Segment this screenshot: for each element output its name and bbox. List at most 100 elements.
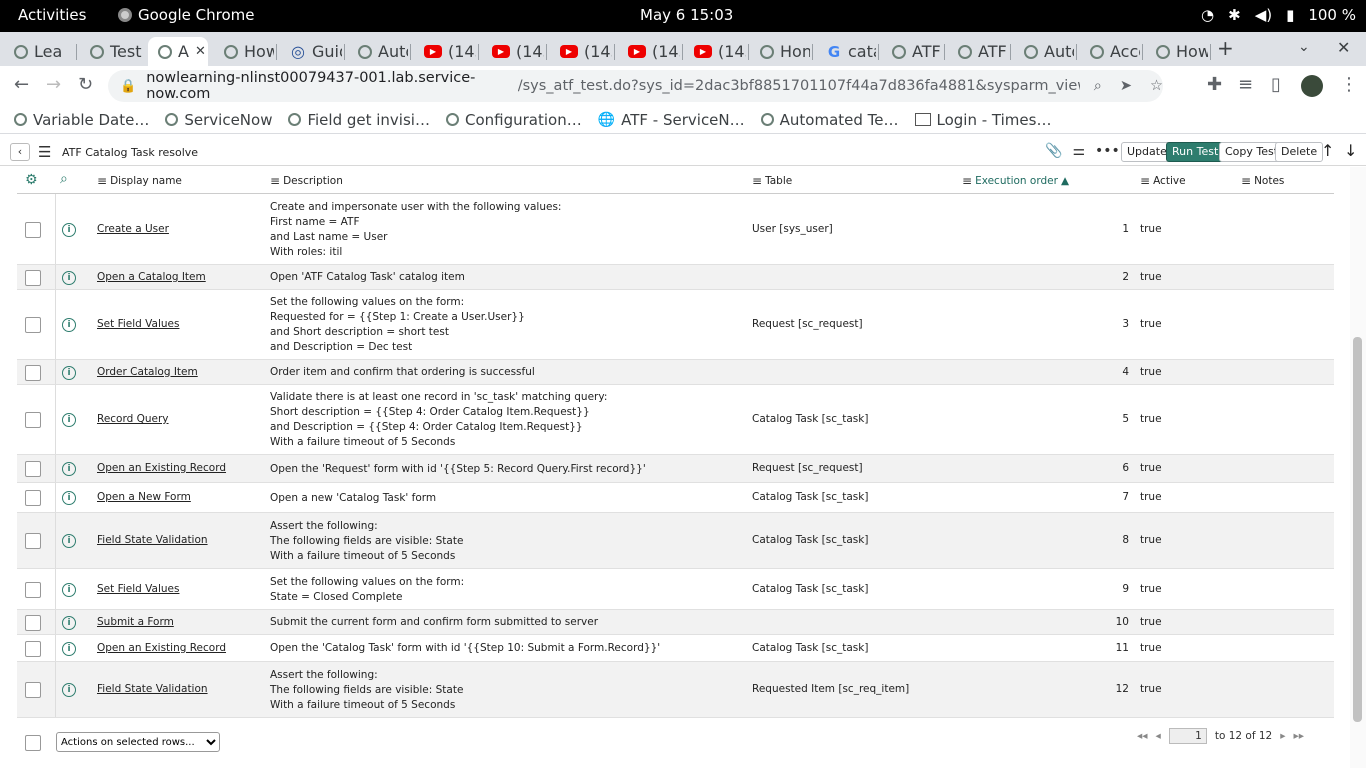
zoom-search-icon[interactable]: ⌕ xyxy=(1094,78,1102,94)
info-icon[interactable]: i xyxy=(62,270,76,285)
info-icon[interactable]: i xyxy=(62,491,76,505)
table-row[interactable]: i Create a User Create and impersonate use… xyxy=(17,194,1334,265)
row-checkbox[interactable] xyxy=(25,364,41,381)
table-row[interactable]: i Set Field Values Set the following value… xyxy=(17,569,1334,610)
bookmark-item[interactable]: Variable Date… xyxy=(6,111,157,129)
browser-tab[interactable]: Test xyxy=(80,37,142,66)
browser-tab[interactable]: ATF xyxy=(948,37,1008,66)
chrome-menu-icon[interactable]: ⋮ xyxy=(1340,74,1358,95)
last-page-icon[interactable]: ▸▸ xyxy=(1294,730,1305,742)
system-tray[interactable]: ◔ ✱ ◀) ▮ 100 % xyxy=(1201,6,1356,24)
table-row[interactable]: i Open a New Form Open a new 'Catalog Task… xyxy=(17,483,1334,513)
column-menu-icon[interactable]: ≡ xyxy=(97,174,107,188)
column-menu-icon[interactable]: ≡ xyxy=(270,174,280,188)
side-panel-icon[interactable]: ▯ xyxy=(1271,74,1281,95)
column-menu-icon[interactable]: ≡ xyxy=(962,174,972,188)
bookmark-star-icon[interactable]: ☆ xyxy=(1150,78,1163,94)
display-name-link[interactable]: Open a Catalog Item xyxy=(97,271,206,283)
row-checkbox[interactable] xyxy=(25,461,41,477)
window-close-icon[interactable]: ✕ xyxy=(1337,38,1350,57)
delete-button[interactable]: Delete xyxy=(1275,142,1324,162)
column-active[interactable]: ≡ Active xyxy=(1140,174,1186,188)
back-icon[interactable]: ← xyxy=(14,74,29,95)
browser-tab[interactable]: ▶ (145 xyxy=(550,37,612,66)
row-checkbox[interactable] xyxy=(25,490,41,506)
context-menu-icon[interactable]: ☰ xyxy=(38,143,51,161)
info-icon[interactable]: i xyxy=(62,222,76,237)
bookmark-item[interactable]: ServiceNow xyxy=(157,111,280,129)
display-name-link[interactable]: Set Field Values xyxy=(97,318,179,330)
tab-close-icon[interactable]: ✕ xyxy=(195,44,206,59)
column-execution-order[interactable]: ≡ Execution order ▲ xyxy=(962,174,1069,188)
back-button[interactable]: ‹ xyxy=(10,143,30,161)
bookmark-item[interactable]: Configuration… xyxy=(438,111,590,129)
browser-tab[interactable]: Hon xyxy=(750,37,810,66)
media-icon[interactable]: ≡ xyxy=(1238,74,1253,95)
browser-tab[interactable]: Auto xyxy=(348,37,408,66)
personalize-icon[interactable]: ⚌ xyxy=(1072,143,1085,159)
row-checkbox[interactable] xyxy=(25,412,41,428)
display-name-link[interactable]: Record Query xyxy=(97,413,169,425)
browser-tab[interactable]: Gcata xyxy=(816,37,876,66)
column-menu-icon[interactable]: ≡ xyxy=(1140,174,1150,188)
table-row[interactable]: i Field State Validation Assert the follow… xyxy=(17,662,1334,718)
table-row[interactable]: i Record Query Validate there is at least … xyxy=(17,385,1334,455)
profile-avatar[interactable] xyxy=(1301,75,1323,97)
select-all-checkbox[interactable] xyxy=(25,735,41,751)
display-name-link[interactable]: Open an Existing Record xyxy=(97,462,226,474)
attachment-icon[interactable]: 📎 xyxy=(1045,143,1062,159)
next-page-icon[interactable]: ▸ xyxy=(1280,730,1285,742)
send-icon[interactable]: ➤ xyxy=(1120,78,1132,94)
info-icon[interactable]: i xyxy=(62,582,76,597)
browser-tab[interactable]: ▶ (145 xyxy=(684,37,746,66)
reload-icon[interactable]: ↻ xyxy=(78,74,93,95)
bookmark-item[interactable]: Field get invisi… xyxy=(280,111,438,129)
row-checkbox[interactable] xyxy=(25,614,41,631)
new-tab-button[interactable]: + xyxy=(1217,36,1234,60)
info-icon[interactable]: i xyxy=(62,462,76,476)
browser-tab[interactable]: A ✕ xyxy=(148,37,208,66)
browser-tab[interactable]: ▶ (145 xyxy=(618,37,680,66)
previous-page-icon[interactable]: ◂ xyxy=(1156,730,1161,742)
table-row[interactable]: i Open a Catalog Item Open 'ATF Catalog Ta… xyxy=(17,265,1334,290)
forward-icon[interactable]: → xyxy=(46,74,61,95)
list-actions-select[interactable]: Actions on selected rows... xyxy=(56,732,220,752)
column-display-name[interactable]: ≡ Display name xyxy=(97,174,182,188)
column-notes[interactable]: ≡ Notes xyxy=(1241,174,1284,188)
table-row[interactable]: i Submit a Form Submit the current form an… xyxy=(17,610,1334,635)
run-test-button[interactable]: Run Test xyxy=(1166,142,1225,162)
browser-tab[interactable]: How xyxy=(214,37,274,66)
table-row[interactable]: i Open an Existing Record Open the 'Catalo… xyxy=(17,635,1334,662)
address-bar[interactable]: 🔒 nowlearning-nlinst00079437-001.lab.ser… xyxy=(108,70,1163,102)
row-checkbox[interactable] xyxy=(25,640,41,657)
app-menu[interactable]: Google Chrome xyxy=(118,6,255,24)
table-row[interactable]: i Set Field Values Set the following value… xyxy=(17,290,1334,360)
scrollbar-thumb[interactable] xyxy=(1353,337,1362,722)
display-name-link[interactable]: Create a User xyxy=(97,223,169,235)
tab-search-icon[interactable]: ⌄ xyxy=(1298,39,1310,55)
browser-tab[interactable]: How xyxy=(1146,37,1208,66)
browser-tab[interactable]: ATF xyxy=(882,37,942,66)
browser-tab[interactable]: ▶ (145 xyxy=(414,37,476,66)
lock-icon[interactable]: 🔒 xyxy=(120,79,136,94)
page-scrollbar[interactable] xyxy=(1350,167,1366,768)
table-row[interactable]: i Order Catalog Item Order item and confir… xyxy=(17,360,1334,385)
column-table[interactable]: ≡ Table xyxy=(752,174,792,188)
display-name-link[interactable]: Open a New Form xyxy=(97,491,191,503)
table-row[interactable]: i Open an Existing Record Open the 'Reques… xyxy=(17,455,1334,483)
extensions-icon[interactable]: ✚ xyxy=(1207,74,1222,95)
info-icon[interactable]: i xyxy=(62,318,76,332)
column-menu-icon[interactable]: ≡ xyxy=(752,174,762,188)
first-page-icon[interactable]: ◂◂ xyxy=(1137,730,1148,742)
page-input[interactable]: 1 xyxy=(1168,728,1207,744)
previous-record-icon[interactable]: ↑ xyxy=(1321,141,1334,160)
table-row[interactable]: i Field State Validation Assert the follow… xyxy=(17,513,1334,569)
more-options-icon[interactable]: ••• xyxy=(1095,143,1120,159)
row-checkbox[interactable] xyxy=(25,317,41,333)
row-checkbox[interactable] xyxy=(25,533,41,549)
info-icon[interactable]: i xyxy=(62,641,76,656)
info-icon[interactable]: i xyxy=(62,413,76,427)
browser-tab[interactable]: Auto xyxy=(1014,37,1074,66)
display-name-link[interactable]: Set Field Values xyxy=(97,583,179,595)
row-checkbox[interactable] xyxy=(25,581,41,598)
